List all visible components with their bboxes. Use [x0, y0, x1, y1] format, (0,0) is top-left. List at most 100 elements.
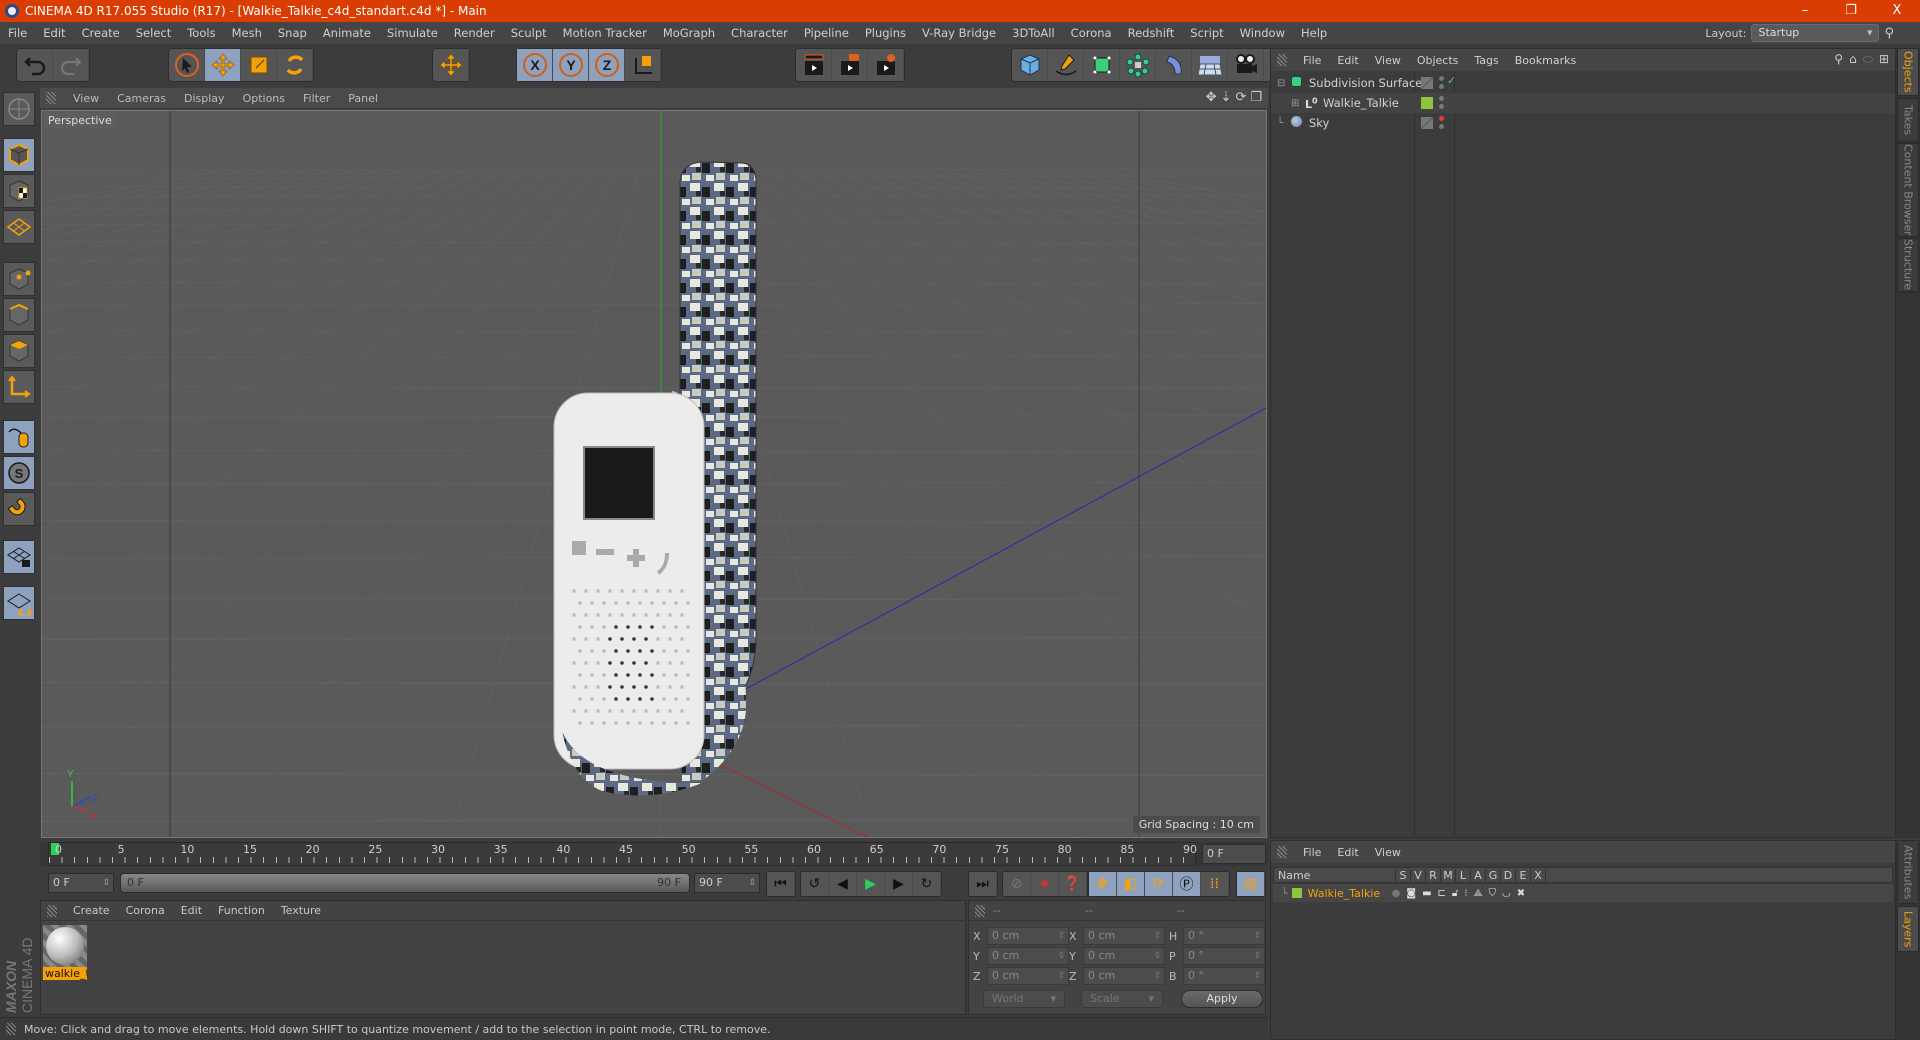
material-menu-create[interactable]: Create: [65, 904, 118, 917]
viewport-menu-cameras[interactable]: Cameras: [108, 92, 175, 105]
material-menu-edit[interactable]: Edit: [173, 904, 210, 917]
visibility-dot-icon[interactable]: [1439, 76, 1444, 81]
viewport-menu-panel[interactable]: Panel: [339, 92, 387, 105]
coordinate-field[interactable]: 0 °: [1183, 967, 1265, 985]
coordinate-field[interactable]: 0 cm: [1083, 967, 1165, 985]
new-window-icon[interactable]: ⊞: [1879, 52, 1889, 67]
menu-animate[interactable]: Animate: [315, 26, 379, 40]
object-row[interactable]: └ Sky: [1271, 113, 1895, 133]
restore-button[interactable]: ❐: [1828, 0, 1874, 22]
material-menu-texture[interactable]: Texture: [273, 904, 329, 917]
next-frame-icon[interactable]: ▶: [885, 872, 913, 896]
close-button[interactable]: X: [1874, 0, 1920, 22]
key-pla-icon[interactable]: ⁞⁞: [1201, 872, 1229, 896]
collapse-icon[interactable]: ⊟: [1277, 78, 1285, 89]
layer-column-l[interactable]: L: [1456, 868, 1471, 882]
coordinate-field[interactable]: 0 cm: [987, 927, 1069, 945]
object-name[interactable]: Walkie_Talkie: [1323, 96, 1399, 110]
recent-tool-icon[interactable]: [433, 49, 469, 81]
layer-column-name[interactable]: Name: [1274, 868, 1396, 882]
side-tab-attributes[interactable]: Attributes: [1897, 840, 1919, 904]
coordinate-field[interactable]: 0 cm: [1083, 947, 1165, 965]
search-icon[interactable]: ⚲: [1884, 26, 1894, 41]
edges-mode-icon[interactable]: [3, 298, 35, 332]
layer-column-r[interactable]: R: [1426, 868, 1441, 882]
menu-tools[interactable]: Tools: [179, 26, 223, 40]
key-scale-icon[interactable]: ◧: [1117, 872, 1145, 896]
deformer-flag-icon[interactable]: ⛉: [1489, 888, 1497, 899]
current-frame-field[interactable]: 0 F: [1202, 844, 1266, 864]
apply-button[interactable]: Apply: [1181, 990, 1263, 1008]
live-selection-icon[interactable]: [169, 49, 205, 81]
minimize-button[interactable]: –: [1782, 0, 1828, 22]
side-tab-content-browser[interactable]: Content Browser: [1897, 143, 1919, 237]
layer-column-d[interactable]: D: [1501, 868, 1516, 882]
menu-snap[interactable]: Snap: [270, 26, 315, 40]
coordinate-mode-dropdown[interactable]: World: [983, 990, 1065, 1008]
y-axis-icon[interactable]: Y: [553, 49, 589, 81]
menu-corona[interactable]: Corona: [1063, 26, 1120, 40]
next-key-icon[interactable]: ↻: [913, 872, 941, 896]
maximize-view-icon[interactable]: ❐: [1250, 90, 1262, 105]
render-dot-icon[interactable]: [1439, 124, 1444, 129]
points-mode-icon[interactable]: [3, 262, 35, 296]
polygons-mode-icon[interactable]: [3, 334, 35, 368]
coordinate-field[interactable]: 0 °: [1183, 947, 1265, 965]
cloner-icon[interactable]: [1120, 49, 1156, 81]
layer-name[interactable]: Walkie_Talkie: [1308, 887, 1392, 900]
generator-flag-icon[interactable]: ⟁: [1474, 888, 1483, 899]
rotate-icon[interactable]: [277, 49, 313, 81]
start-frame-field[interactable]: 0 F: [48, 873, 114, 893]
solo-icon[interactable]: S: [3, 456, 35, 490]
side-tab-takes[interactable]: Takes: [1897, 98, 1919, 142]
menu-pipeline[interactable]: Pipeline: [796, 26, 857, 40]
deformer-icon[interactable]: [1156, 49, 1192, 81]
object-name[interactable]: Sky: [1309, 116, 1329, 130]
move-icon[interactable]: [205, 49, 241, 81]
menu-character[interactable]: Character: [723, 26, 796, 40]
menu-mesh[interactable]: Mesh: [224, 26, 270, 40]
object-menu-view[interactable]: View: [1367, 54, 1409, 67]
texture-mode-icon[interactable]: [3, 174, 35, 208]
menu-simulate[interactable]: Simulate: [379, 26, 446, 40]
coordinate-field[interactable]: 0 cm: [987, 967, 1069, 985]
eye-icon[interactable]: ⬭: [1863, 52, 1873, 67]
menu-edit[interactable]: Edit: [35, 26, 73, 40]
side-tab-layers[interactable]: Layers: [1897, 906, 1919, 952]
timeline-icon[interactable]: ▤: [1237, 872, 1265, 896]
scale-icon[interactable]: [241, 49, 277, 81]
lock-flag-icon[interactable]: 🔓︎: [1452, 888, 1458, 899]
camera-icon[interactable]: [1228, 49, 1264, 81]
menu-create[interactable]: Create: [74, 26, 128, 40]
coordinate-field[interactable]: 0 cm: [1083, 927, 1165, 945]
floor-icon[interactable]: [1192, 49, 1228, 81]
object-menu-tags[interactable]: Tags: [1466, 54, 1506, 67]
menu-file[interactable]: File: [0, 26, 35, 40]
menu-render[interactable]: Render: [446, 26, 503, 40]
key-parameter-icon[interactable]: Ⓟ: [1173, 872, 1201, 896]
orbit-view-icon[interactable]: ⟳: [1235, 90, 1246, 105]
layer-column-a[interactable]: A: [1471, 868, 1486, 882]
layer-row[interactable]: └ Walkie_Talkie ● ◙ ▬ ⊏ 🔓︎ ⁝ ⟁ ⛉ ◡ ✖: [1273, 884, 1893, 902]
preview-range-slider[interactable]: 0 F 90 F: [120, 873, 690, 893]
planar-workplane-icon[interactable]: [3, 586, 35, 620]
transform-mode-dropdown[interactable]: Scale: [1081, 990, 1163, 1008]
viewport-menu-options[interactable]: Options: [234, 92, 294, 105]
menu-motion-tracker[interactable]: Motion Tracker: [555, 26, 655, 40]
layer-color-swatch[interactable]: [1421, 97, 1433, 109]
layer-none-icon[interactable]: [1421, 77, 1433, 89]
render-dot-icon[interactable]: [1439, 84, 1444, 89]
material-swatch[interactable]: walkie_t: [43, 925, 87, 983]
panel-grip-icon[interactable]: [1277, 54, 1287, 66]
xref-flag-icon[interactable]: ✖: [1517, 888, 1525, 899]
render-dot-icon[interactable]: [1439, 104, 1444, 109]
panel-grip-icon[interactable]: [1277, 846, 1287, 858]
render-view-icon[interactable]: [796, 49, 832, 81]
axis-mode-icon[interactable]: [3, 370, 35, 404]
go-to-end-icon[interactable]: ⏭: [969, 872, 997, 896]
panel-grip-icon[interactable]: [47, 904, 57, 917]
panel-grip-icon[interactable]: [46, 92, 56, 104]
previous-key-icon[interactable]: ↺: [801, 872, 829, 896]
menu-redshift[interactable]: Redshift: [1120, 26, 1183, 40]
viewport-menu-filter[interactable]: Filter: [294, 92, 339, 105]
